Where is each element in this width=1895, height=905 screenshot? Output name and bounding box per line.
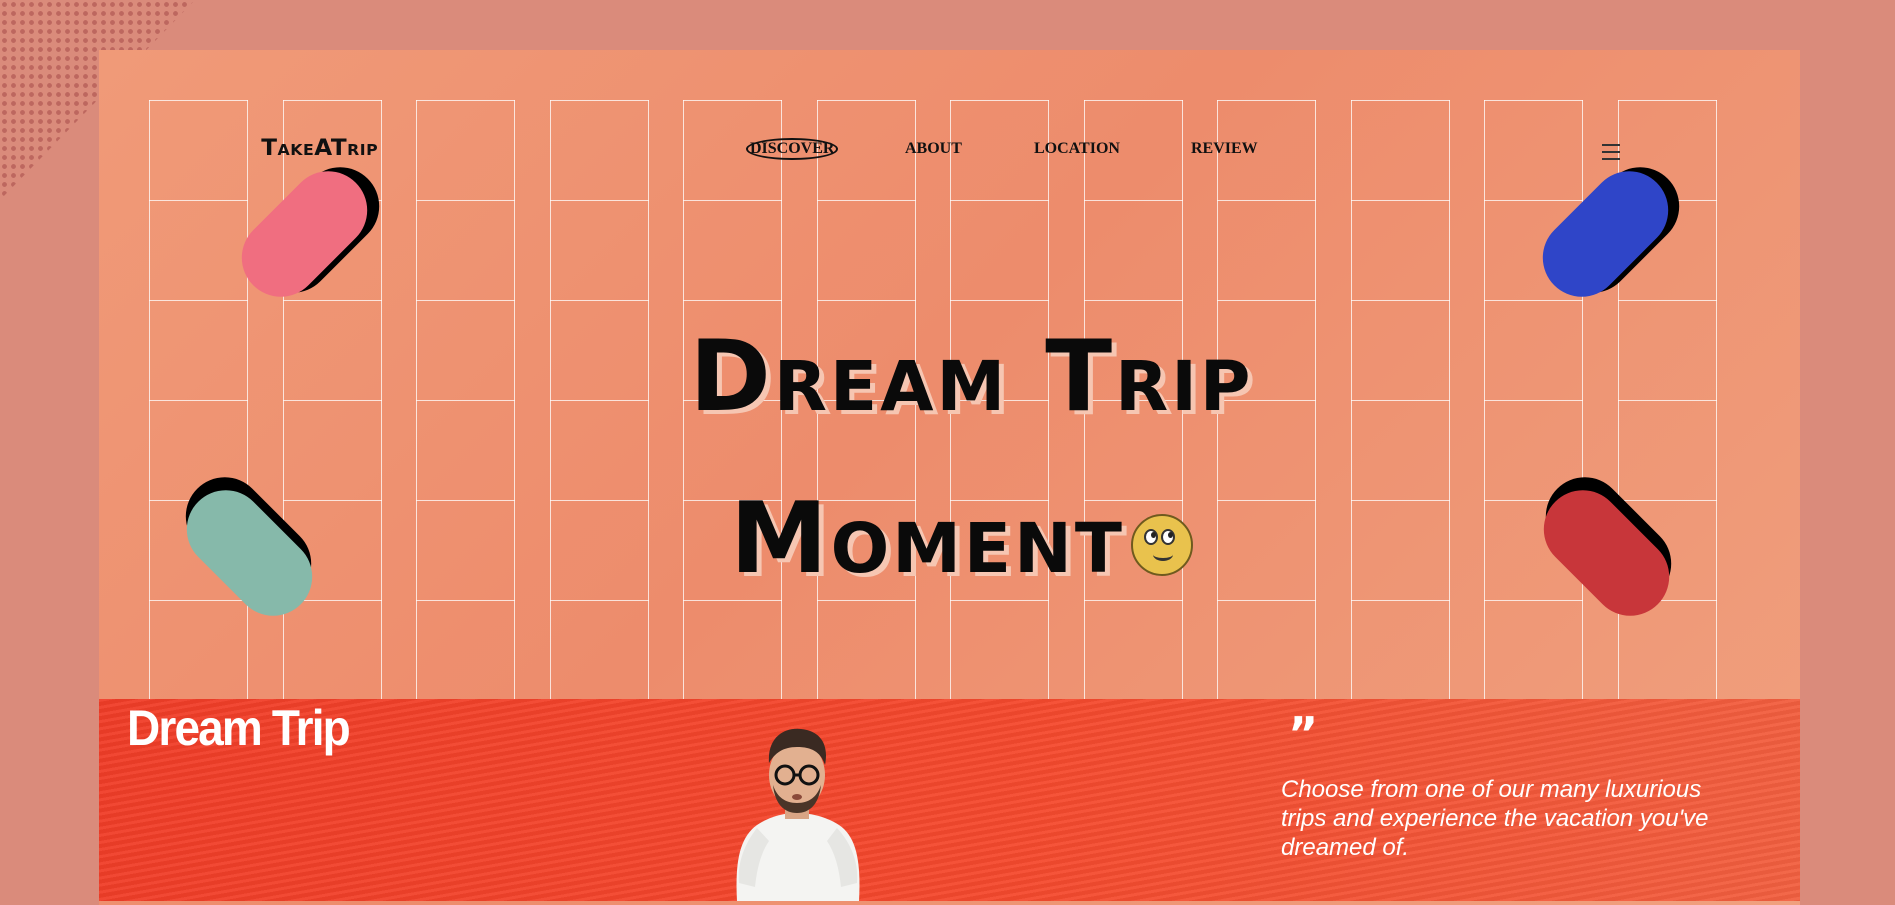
menu-line	[1602, 144, 1620, 146]
nav-discover[interactable]: DISCOVER	[746, 138, 839, 160]
man-with-glasses-photo	[736, 728, 860, 901]
rolling-eyes-emoji-icon	[1130, 514, 1193, 577]
hero-title-line1-text: Dream Trip	[689, 320, 1254, 434]
main-nav: DISCOVER ABOUT LOCATION REVIEW	[99, 138, 1800, 164]
emoji-eye	[1160, 529, 1175, 546]
hamburger-icon[interactable]	[1602, 144, 1620, 160]
hero-title-line2: Moment	[111, 482, 1800, 596]
nav-about[interactable]: ABOUT	[905, 140, 962, 158]
hero-title-line2-text: Moment	[730, 482, 1125, 596]
nav-review[interactable]: REVIEW	[1191, 140, 1258, 158]
quote-mark-icon: ”	[1288, 707, 1319, 761]
emoji-mouth	[1152, 548, 1173, 562]
hero-title-line1: Dream Trip	[121, 320, 1800, 434]
banner-title: Dream Trip	[127, 700, 351, 756]
emoji-eye	[1143, 529, 1158, 546]
menu-line	[1602, 158, 1620, 160]
promo-banner: Dream Trip ” Choose from one of our many…	[99, 699, 1800, 901]
nav-location[interactable]: LOCATION	[1034, 140, 1120, 158]
menu-line	[1602, 151, 1620, 153]
banner-quote: Choose from one of our many luxurious tr…	[1281, 776, 1709, 861]
